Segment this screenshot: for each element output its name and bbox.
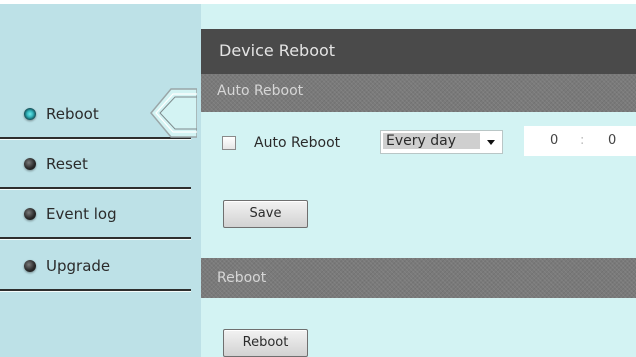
section-header-auto-reboot: Auto Reboot — [201, 74, 636, 112]
save-button[interactable]: Save — [223, 200, 308, 228]
reboot-button[interactable]: Reboot — [223, 329, 308, 357]
sidebar-item-event-log[interactable]: Event log — [0, 189, 191, 240]
bullet-icon — [24, 208, 36, 220]
page-title: Device Reboot — [219, 41, 336, 60]
hour-input[interactable]: 0 — [550, 133, 558, 148]
minute-input[interactable]: 0 — [608, 133, 616, 148]
bullet-icon — [24, 158, 36, 170]
section-title: Auto Reboot — [217, 83, 304, 99]
auto-reboot-label: Auto Reboot — [254, 135, 341, 151]
auto-reboot-checkbox[interactable] — [222, 136, 236, 150]
reboot-time-field: 0 : 0 — [524, 126, 636, 156]
divider-highlight — [0, 239, 191, 240]
top-strip — [0, 0, 636, 4]
sidebar-item-reset[interactable]: Reset — [0, 139, 191, 190]
section-title: Reboot — [217, 270, 267, 286]
page-title-bar: Device Reboot — [201, 29, 636, 74]
dropdown-arrow-icon — [487, 140, 495, 145]
time-separator: : — [580, 133, 585, 148]
schedule-select-value: Every day — [383, 133, 480, 149]
bullet-icon — [24, 260, 36, 272]
schedule-select[interactable]: Every day — [380, 130, 503, 154]
sidebar-item-upgrade[interactable]: Upgrade — [0, 241, 191, 292]
sidebar-item-label: Reset — [46, 155, 88, 173]
divider-highlight — [0, 291, 191, 292]
app-window: Reboot Reset Event log Upgrade Device Re… — [0, 0, 636, 357]
sidebar-item-label: Reboot — [46, 105, 99, 123]
section-header-reboot: Reboot — [201, 258, 636, 298]
active-pointer-icon — [150, 88, 197, 138]
bullet-active-icon — [24, 108, 36, 120]
sidebar: Reboot Reset Event log Upgrade — [0, 0, 201, 357]
sidebar-item-label: Event log — [46, 205, 117, 223]
sidebar-item-label: Upgrade — [46, 257, 111, 275]
